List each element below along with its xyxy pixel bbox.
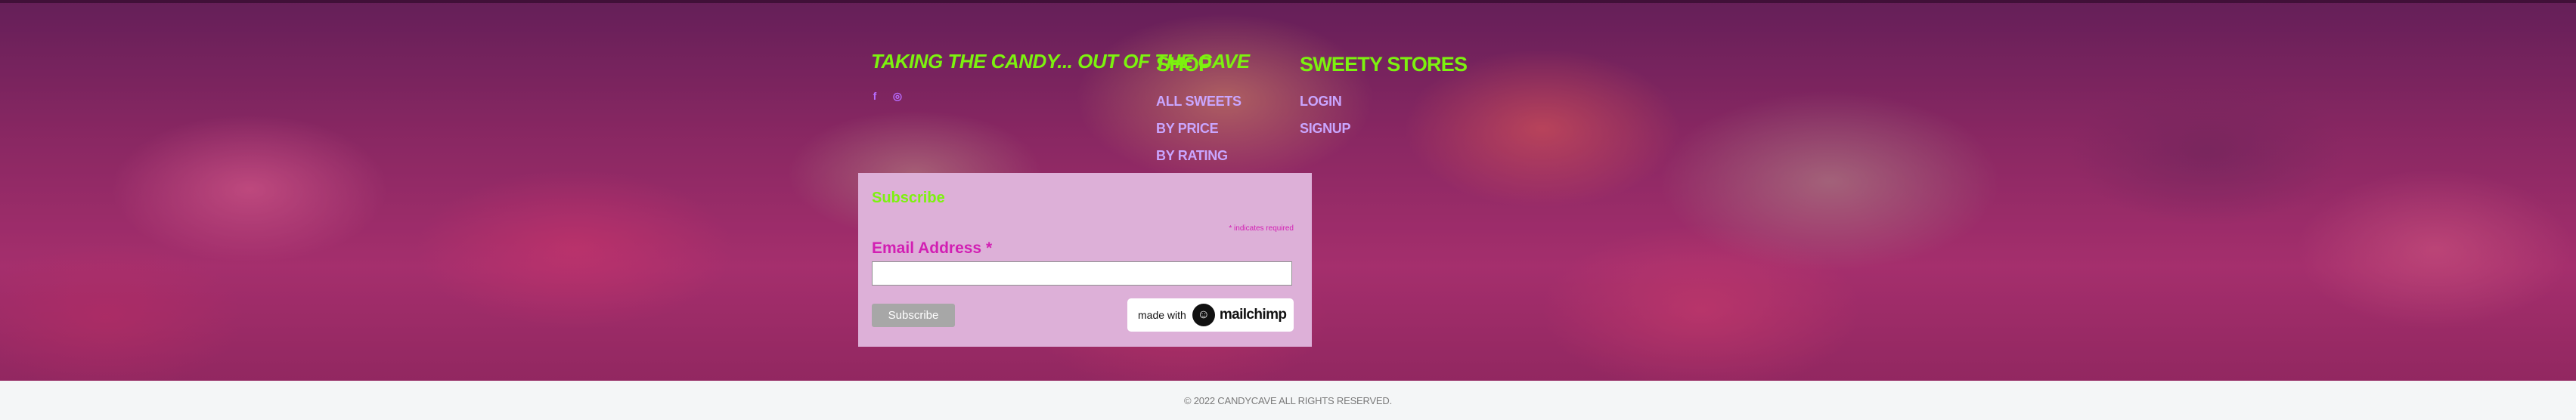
link-by-rating[interactable]: BY RATING <box>1156 148 1228 164</box>
link-signup[interactable]: SIGNUP <box>1300 121 1351 137</box>
required-asterisk: * <box>985 239 993 257</box>
badge-brand: mailchimp <box>1219 307 1287 323</box>
badge-prefix: made with <box>1138 309 1186 321</box>
link-login[interactable]: LOGIN <box>1300 94 1342 110</box>
mailchimp-logo-icon: ☺ <box>1192 304 1215 326</box>
social-links: f ◎ <box>868 89 904 103</box>
stories-heading: SWEETY STORES <box>1300 53 1468 76</box>
link-by-price[interactable]: BY PRICE <box>1156 121 1219 137</box>
shop-heading: SHOP <box>1156 53 1212 76</box>
email-label-text: Email Address <box>872 239 982 257</box>
instagram-icon[interactable]: ◎ <box>891 89 904 103</box>
email-label: Email Address * <box>872 239 992 258</box>
link-all-sweets[interactable]: ALL SWEETS <box>1156 94 1242 110</box>
mailchimp-badge[interactable]: made with ☺ mailchimp <box>1127 298 1294 332</box>
subscribe-form: Subscribe * indicates required Email Add… <box>858 173 1312 347</box>
subscribe-title: Subscribe <box>872 190 945 206</box>
subscribe-button[interactable]: Subscribe <box>872 304 955 327</box>
top-divider <box>0 0 2576 3</box>
page-footer: © 2022 CANDYCAVE ALL RIGHTS RESERVED. <box>0 381 2576 420</box>
facebook-icon[interactable]: f <box>868 89 882 103</box>
email-input[interactable] <box>872 261 1292 286</box>
required-note: * indicates required <box>1229 224 1294 233</box>
copyright-text: © 2022 CANDYCAVE ALL RIGHTS RESERVED. <box>1183 395 1393 406</box>
